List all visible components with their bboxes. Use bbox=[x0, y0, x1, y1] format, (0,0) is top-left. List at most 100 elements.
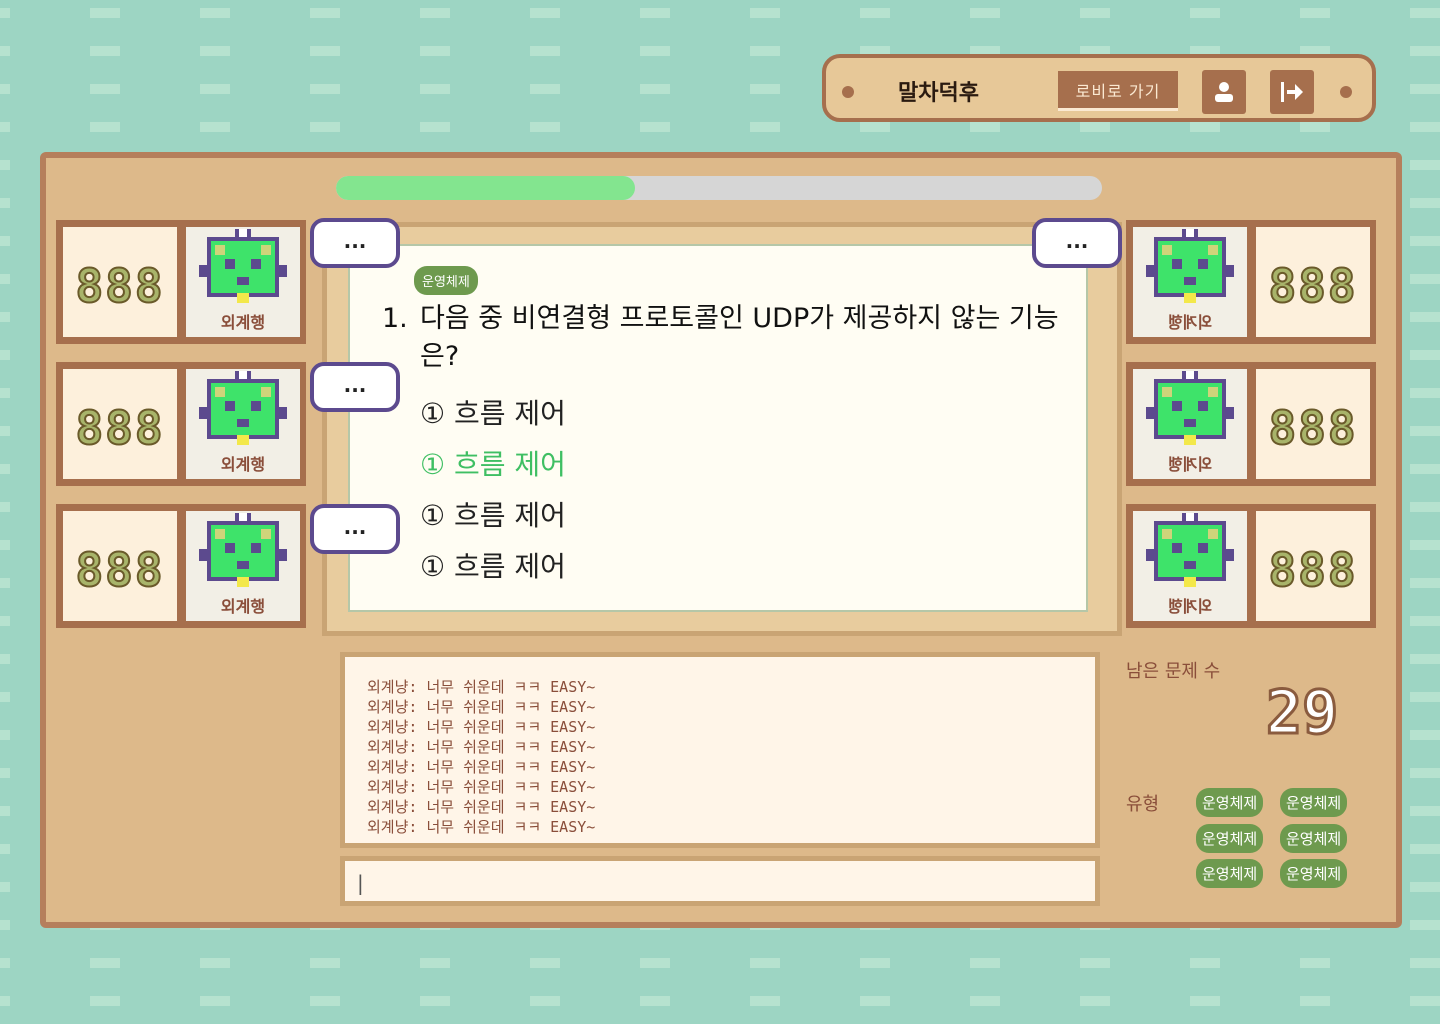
background-dash bbox=[1410, 46, 1440, 56]
background-dash bbox=[1190, 958, 1220, 968]
background-dash bbox=[530, 958, 560, 968]
type-tag: 운영체제 bbox=[1280, 859, 1348, 888]
player-score: 888 bbox=[1256, 511, 1370, 621]
background-dash bbox=[0, 692, 10, 702]
background-dash bbox=[1190, 122, 1220, 132]
logout-button[interactable] bbox=[1270, 70, 1314, 114]
player-avatar: 외계행 bbox=[1133, 227, 1247, 337]
alien-cat-icon bbox=[193, 229, 293, 321]
user-header: 말차덕후 로비로 가기 bbox=[822, 54, 1376, 122]
background-dash bbox=[1410, 8, 1440, 18]
player-name: 외계행 bbox=[1167, 455, 1213, 474]
background-dash bbox=[530, 996, 560, 1006]
question-progress-bar bbox=[336, 176, 1102, 200]
background-dash bbox=[0, 768, 10, 778]
speech-bubble: ... bbox=[310, 504, 400, 554]
speech-bubble: ... bbox=[310, 218, 400, 268]
background-dash bbox=[1410, 426, 1440, 436]
background-dash bbox=[1410, 350, 1440, 360]
background-dash bbox=[310, 84, 340, 94]
background-dash bbox=[310, 8, 340, 18]
background-dash bbox=[0, 540, 10, 550]
answer-option-1[interactable]: ① 흐름 제어 bbox=[420, 392, 566, 432]
background-dash bbox=[420, 122, 450, 132]
background-dash bbox=[1410, 692, 1440, 702]
chat-log: 외계냥: 너무 쉬운데 ㅋㅋ EASY~ 외계냥: 너무 쉬운데 ㅋㅋ EASY… bbox=[340, 652, 1100, 848]
score-digits: 888 bbox=[1267, 400, 1358, 456]
background-dash bbox=[1410, 122, 1440, 132]
question-text: 1. 다음 중 비연결형 프로토콜인 UDP가 제공하지 않는 기능은? bbox=[382, 300, 1072, 376]
background-dash bbox=[1410, 464, 1440, 474]
background-dash bbox=[750, 8, 780, 18]
player-score: 888 bbox=[1256, 227, 1370, 337]
background-dash bbox=[0, 996, 10, 1006]
background-dash bbox=[310, 958, 340, 968]
background-dash bbox=[420, 996, 450, 1006]
remaining-count: 29 bbox=[1264, 677, 1339, 750]
background-dash bbox=[1300, 8, 1330, 18]
chat-message: 외계냥: 너무 쉬운데 ㅋㅋ EASY~ bbox=[367, 778, 596, 796]
background-dash bbox=[1300, 958, 1330, 968]
player-name: 외계행 bbox=[220, 455, 266, 474]
background-dash bbox=[1410, 540, 1440, 550]
alien-cat-icon bbox=[1140, 371, 1240, 463]
logout-icon bbox=[1281, 82, 1303, 102]
progress-fill bbox=[336, 176, 635, 200]
question-card: 운영체제 1. 다음 중 비연결형 프로토콜인 UDP가 제공하지 않는 기능은… bbox=[348, 244, 1088, 612]
background-dash bbox=[0, 274, 10, 284]
background-dash bbox=[750, 996, 780, 1006]
background-dash bbox=[0, 806, 10, 816]
background-dash bbox=[90, 958, 120, 968]
profile-button[interactable] bbox=[1202, 70, 1246, 114]
background-dash bbox=[0, 502, 10, 512]
chat-message: 외계냥: 너무 쉬운데 ㅋㅋ EASY~ bbox=[367, 738, 596, 756]
alien-cat-icon bbox=[193, 513, 293, 605]
background-dash bbox=[0, 160, 10, 170]
background-dash bbox=[0, 578, 10, 588]
player-score: 888 bbox=[1256, 369, 1370, 479]
player-name: 외계행 bbox=[1167, 313, 1213, 332]
background-dash bbox=[970, 996, 1000, 1006]
background-dash bbox=[200, 996, 230, 1006]
chat-input[interactable]: | bbox=[340, 856, 1100, 906]
type-tag: 운영체제 bbox=[1196, 824, 1264, 853]
background-dash bbox=[0, 46, 10, 56]
answer-option-3[interactable]: ① 흐름 제어 bbox=[420, 494, 566, 534]
background-dash bbox=[1410, 312, 1440, 322]
chat-message-list: 외계냥: 너무 쉬운데 ㅋㅋ EASY~ 외계냥: 너무 쉬운데 ㅋㅋ EASY… bbox=[367, 677, 595, 837]
chat-message: 외계냥: 너무 쉬운데 ㅋㅋ EASY~ bbox=[367, 818, 596, 836]
score-digits: 888 bbox=[1267, 258, 1358, 314]
background-dash bbox=[0, 464, 10, 474]
background-dash bbox=[420, 84, 450, 94]
player-score: 888 bbox=[63, 227, 177, 337]
background-dash bbox=[0, 198, 10, 208]
background-dash bbox=[0, 312, 10, 322]
background-dash bbox=[200, 84, 230, 94]
lobby-button[interactable]: 로비로 가기 bbox=[1058, 71, 1178, 111]
background-dash bbox=[0, 844, 10, 854]
answer-option-2[interactable]: ① 흐름 제어 bbox=[420, 443, 566, 483]
answer-option-4[interactable]: ① 흐름 제어 bbox=[420, 545, 566, 585]
background-dash bbox=[0, 426, 10, 436]
background-dash bbox=[0, 122, 10, 132]
background-dash bbox=[200, 958, 230, 968]
background-dash bbox=[640, 8, 670, 18]
background-dash bbox=[1190, 996, 1220, 1006]
background-dash bbox=[0, 654, 10, 664]
nickname: 말차덕후 bbox=[898, 81, 979, 106]
background-dash bbox=[860, 8, 890, 18]
background-dash bbox=[310, 996, 340, 1006]
decor-dot bbox=[842, 86, 854, 98]
background-dash bbox=[1190, 8, 1220, 18]
background-dash bbox=[1300, 122, 1330, 132]
background-dash bbox=[90, 996, 120, 1006]
background-dash bbox=[640, 84, 670, 94]
user-icon bbox=[1215, 82, 1233, 102]
background-dash bbox=[0, 236, 10, 246]
background-dash bbox=[1410, 84, 1440, 94]
background-dash bbox=[0, 388, 10, 398]
type-tag: 운영체제 bbox=[1196, 859, 1264, 888]
player-avatar: 외계행 bbox=[186, 369, 300, 479]
background-dash bbox=[0, 616, 10, 626]
background-dash bbox=[0, 920, 10, 930]
